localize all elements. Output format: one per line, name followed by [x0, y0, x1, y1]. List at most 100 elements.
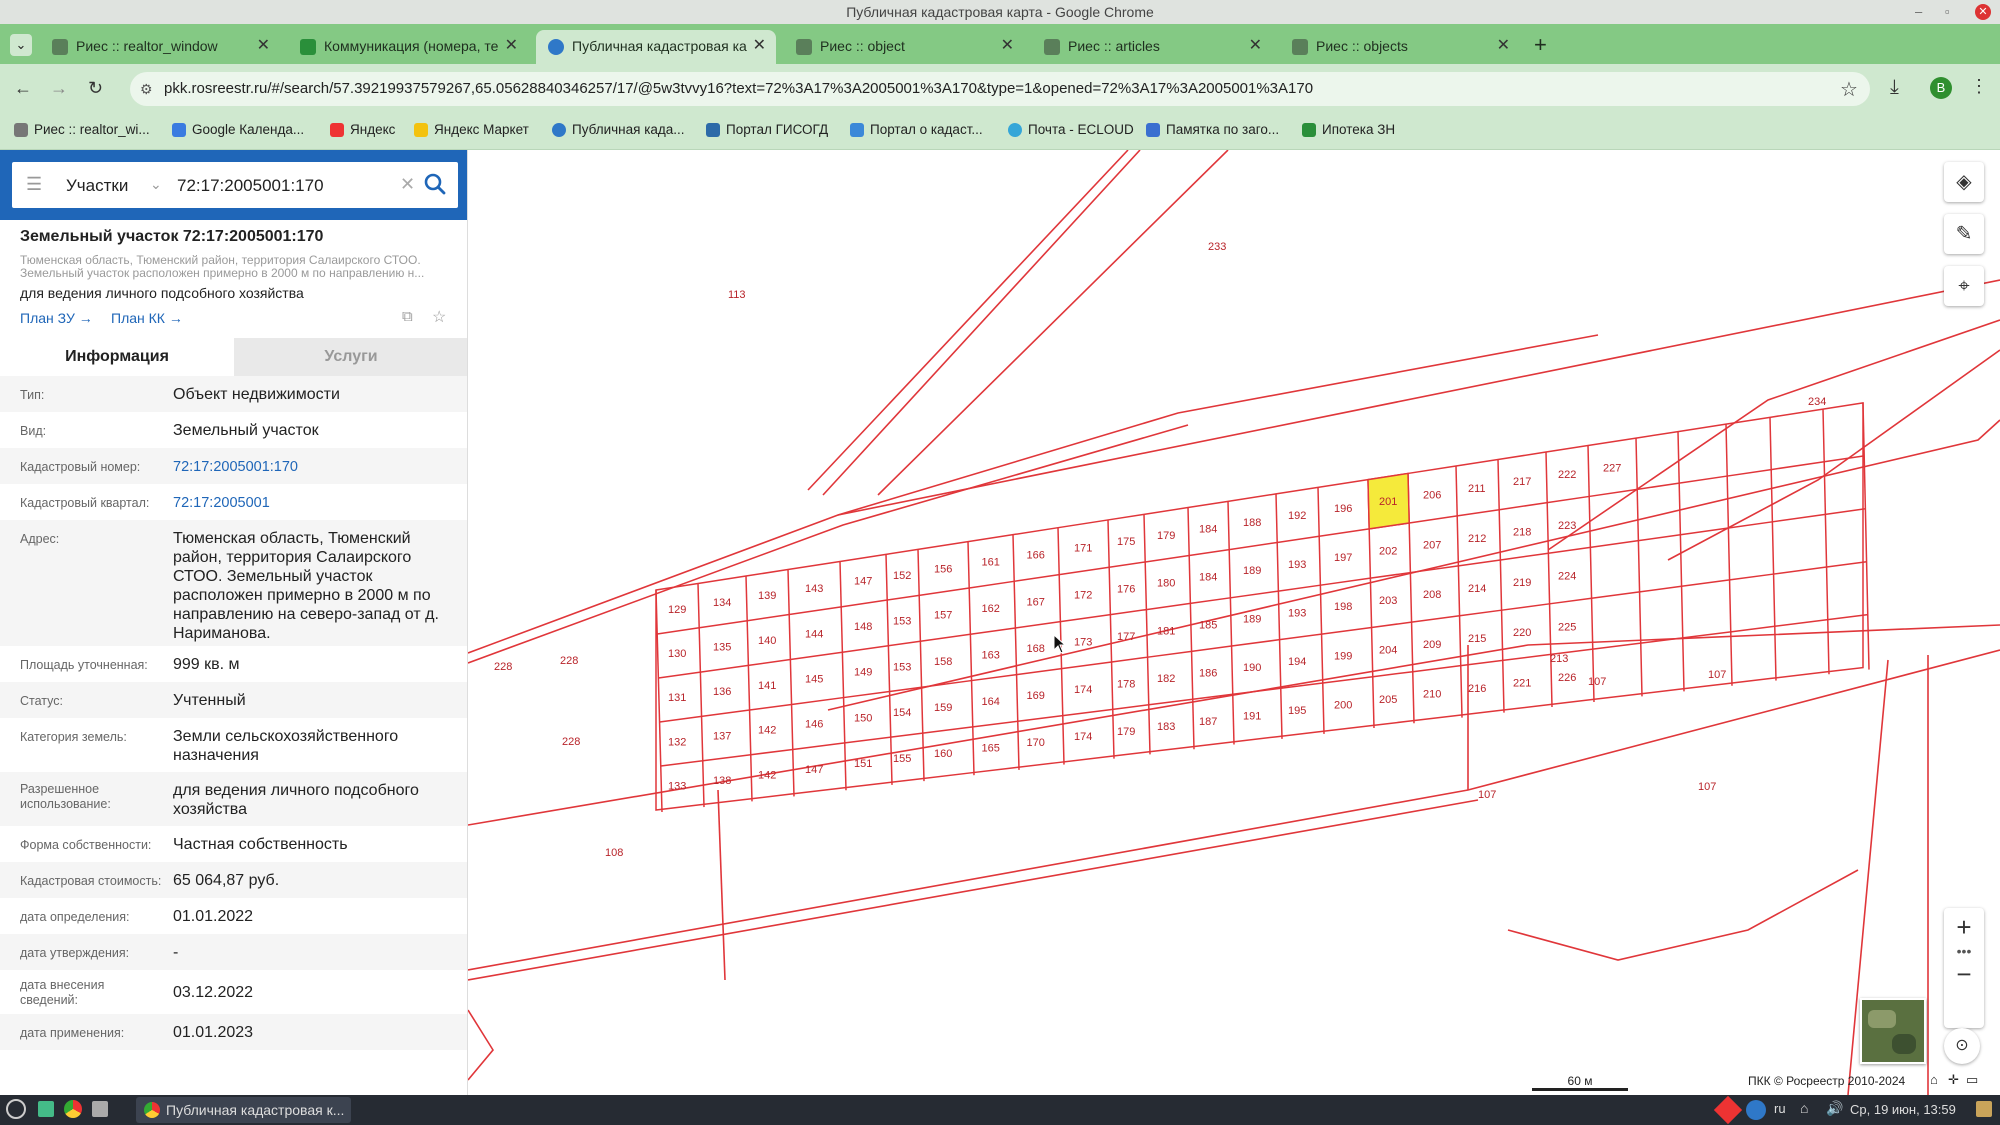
info-row: дата утверждения: - — [0, 934, 467, 970]
zoom-out-button[interactable]: − — [1944, 959, 1984, 990]
bookmark-yandex[interactable]: Яндекс — [330, 122, 395, 137]
parcel-boundary — [917, 549, 925, 782]
network-icon[interactable]: ⌂ — [1800, 1100, 1808, 1116]
zoom-to-parcel-icon[interactable]: ⧉ — [402, 308, 413, 325]
parcel-number-label: 174 — [1074, 684, 1092, 696]
parcel-number-label: 132 — [668, 736, 686, 748]
close-window-icon[interactable]: ✕ — [1975, 4, 1991, 20]
plan-zu-link[interactable]: План ЗУ → — [20, 310, 93, 326]
parcel-number-label: 142 — [758, 725, 776, 737]
clear-search-icon[interactable]: ✕ — [400, 174, 415, 195]
new-tab-icon[interactable]: + — [1534, 32, 1547, 58]
minimize-icon[interactable]: – — [1915, 0, 1922, 24]
parcel-number-label: 204 — [1379, 644, 1397, 656]
grid-favicon-icon — [796, 39, 812, 55]
parcel-map-canvas[interactable]: 129 130 131 132 133 134 135 136 137 138 139 140 141 1… — [468, 150, 2000, 1095]
forward-icon[interactable]: → — [50, 78, 68, 99]
chevron-down-icon[interactable]: ⌄ — [150, 176, 162, 193]
search-input[interactable]: 72:17:2005001:170 — [177, 176, 324, 196]
layers-icon[interactable]: ◈ — [1944, 162, 1984, 202]
parcel-number-label: 225 — [1558, 621, 1576, 633]
compass-icon[interactable]: ⊙ — [1944, 1028, 1980, 1064]
cadastral-quarter-link[interactable]: 72:17:2005001 — [173, 494, 458, 513]
maximize-icon[interactable]: ▫ — [1945, 0, 1950, 24]
tab-services[interactable]: Услуги — [234, 338, 467, 376]
bookmark-ecloud-mail[interactable]: Почта - ECLOUD — [1008, 122, 1134, 137]
locate-icon[interactable]: ⌖ — [1944, 266, 1984, 306]
parcel-number-label: 189 — [1243, 565, 1261, 577]
parcel-number-label: 187 — [1199, 716, 1217, 728]
tab-information[interactable]: Информация — [0, 338, 234, 376]
parcel-number-label: 147 — [854, 576, 872, 588]
parcel-number-label: 193 — [1288, 559, 1306, 571]
profile-avatar[interactable]: B — [1930, 77, 1952, 99]
tab-object[interactable]: Риес :: object ✕ — [784, 30, 1024, 64]
bookmark-memo[interactable]: Памятка по заго... — [1146, 122, 1279, 137]
parcel-number-label: 197 — [1334, 552, 1352, 564]
toolbar: ← → ↻ ⚙ pkk.rosreestr.ru/#/search/57.392… — [0, 64, 2000, 114]
cadastral-map[interactable]: 129 130 131 132 133 134 135 136 137 138 139 140 141 1… — [468, 150, 2000, 1095]
site-info-icon[interactable]: ⚙ — [140, 72, 153, 106]
parcel-number-label: 134 — [713, 597, 731, 609]
start-menu-icon[interactable] — [6, 1099, 26, 1119]
address-bar[interactable]: ⚙ pkk.rosreestr.ru/#/search/57.392199375… — [130, 72, 1870, 106]
keyboard-layout[interactable]: ru — [1774, 1101, 1786, 1116]
download-icon[interactable]: ⤓ — [1890, 76, 1899, 99]
mouse-cursor-icon — [1053, 634, 1067, 654]
bookmark-google-calendar[interactable]: Google Календа... — [172, 122, 304, 137]
tab-close-icon[interactable]: ✕ — [753, 30, 766, 62]
calendar-icon — [172, 123, 186, 137]
tab-close-icon[interactable]: ✕ — [1497, 30, 1510, 62]
home-icon[interactable]: ⌂ — [1930, 1072, 1938, 1087]
favorite-star-icon[interactable]: ☆ — [432, 307, 446, 327]
back-icon[interactable]: ← — [14, 78, 32, 99]
fullscreen-icon[interactable]: ▭ — [1966, 1072, 1978, 1088]
satellite-basemap-thumbnail[interactable] — [1860, 998, 1926, 1064]
reload-icon[interactable]: ↻ — [88, 78, 103, 99]
tab-communications[interactable]: Коммуникация (номера, те ✕ — [288, 30, 528, 64]
apps-grid-icon[interactable] — [38, 1101, 54, 1117]
tab-realtor-window[interactable]: Риес :: realtor_window ✕ — [40, 30, 280, 64]
tab-close-icon[interactable]: ✕ — [257, 30, 270, 62]
taskbar-clock[interactable]: Ср, 19 июн, 13:59 — [1850, 1102, 1956, 1117]
ruler-pencil-icon[interactable]: ✎ — [1944, 214, 1984, 254]
parcel-number-label: 145 — [805, 673, 823, 685]
bookmark-star-icon[interactable]: ☆ — [1840, 77, 1858, 102]
bookmark-cadastral-portal[interactable]: Портал о кадаст... — [850, 122, 983, 137]
bookmark-yandex-market[interactable]: Яндекс Маркет — [414, 122, 529, 137]
tab-close-icon[interactable]: ✕ — [505, 30, 518, 62]
tab-search-icon[interactable]: ⌄ — [10, 34, 32, 56]
zoom-more-icon[interactable]: ••• — [1944, 943, 1984, 959]
tab-close-icon[interactable]: ✕ — [1249, 30, 1262, 62]
plan-kk-link[interactable]: План КК → — [111, 310, 183, 326]
bookmark-mortgage[interactable]: Ипотека ЗН — [1302, 122, 1395, 137]
sheet-icon — [1302, 123, 1316, 137]
tab-cadastral-map[interactable]: Публичная кадастровая ка ✕ — [536, 30, 776, 64]
volume-icon[interactable]: 🔊 — [1826, 1100, 1843, 1117]
bookmark-gisogd[interactable]: Портал ГИСОГД — [706, 122, 828, 137]
crosshair-icon[interactable]: ✛ — [1948, 1072, 1959, 1088]
file-manager-icon[interactable] — [92, 1101, 108, 1117]
hamburger-menu-icon[interactable]: ☰ — [26, 174, 42, 195]
chrome-icon[interactable] — [64, 1100, 82, 1118]
bookmark-realtor[interactable]: Риес :: realtor_wi... — [14, 122, 150, 137]
tab-articles[interactable]: Риес :: articles ✕ — [1032, 30, 1272, 64]
tab-close-icon[interactable]: ✕ — [1001, 30, 1014, 62]
parcel-number-label: 155 — [893, 753, 911, 765]
parcel-number-label: 171 — [1074, 542, 1092, 554]
search-type-select[interactable]: Участки — [66, 176, 128, 196]
parcel-boundary — [1587, 445, 1595, 703]
notification-icon[interactable] — [1976, 1101, 1992, 1117]
cadastral-number-link[interactable]: 72:17:2005001:170 — [173, 458, 458, 477]
parcel-boundary — [655, 589, 663, 813]
zoom-in-button[interactable]: + — [1944, 912, 1984, 943]
parcel-number-label: 157 — [934, 610, 952, 622]
search-icon[interactable] — [422, 171, 448, 197]
taskbar-window-chrome[interactable]: Публичная кадастровая к... — [136, 1097, 351, 1123]
bookmark-pkk[interactable]: Публичная када... — [552, 122, 685, 137]
tray-app-icon[interactable] — [1746, 1100, 1766, 1120]
parcel-number-label: 152 — [893, 570, 911, 582]
menu-kebab-icon[interactable]: ⋮ — [1970, 76, 1988, 97]
anydesk-tray-icon[interactable] — [1713, 1095, 1743, 1125]
tab-objects[interactable]: Риес :: objects ✕ — [1280, 30, 1520, 64]
